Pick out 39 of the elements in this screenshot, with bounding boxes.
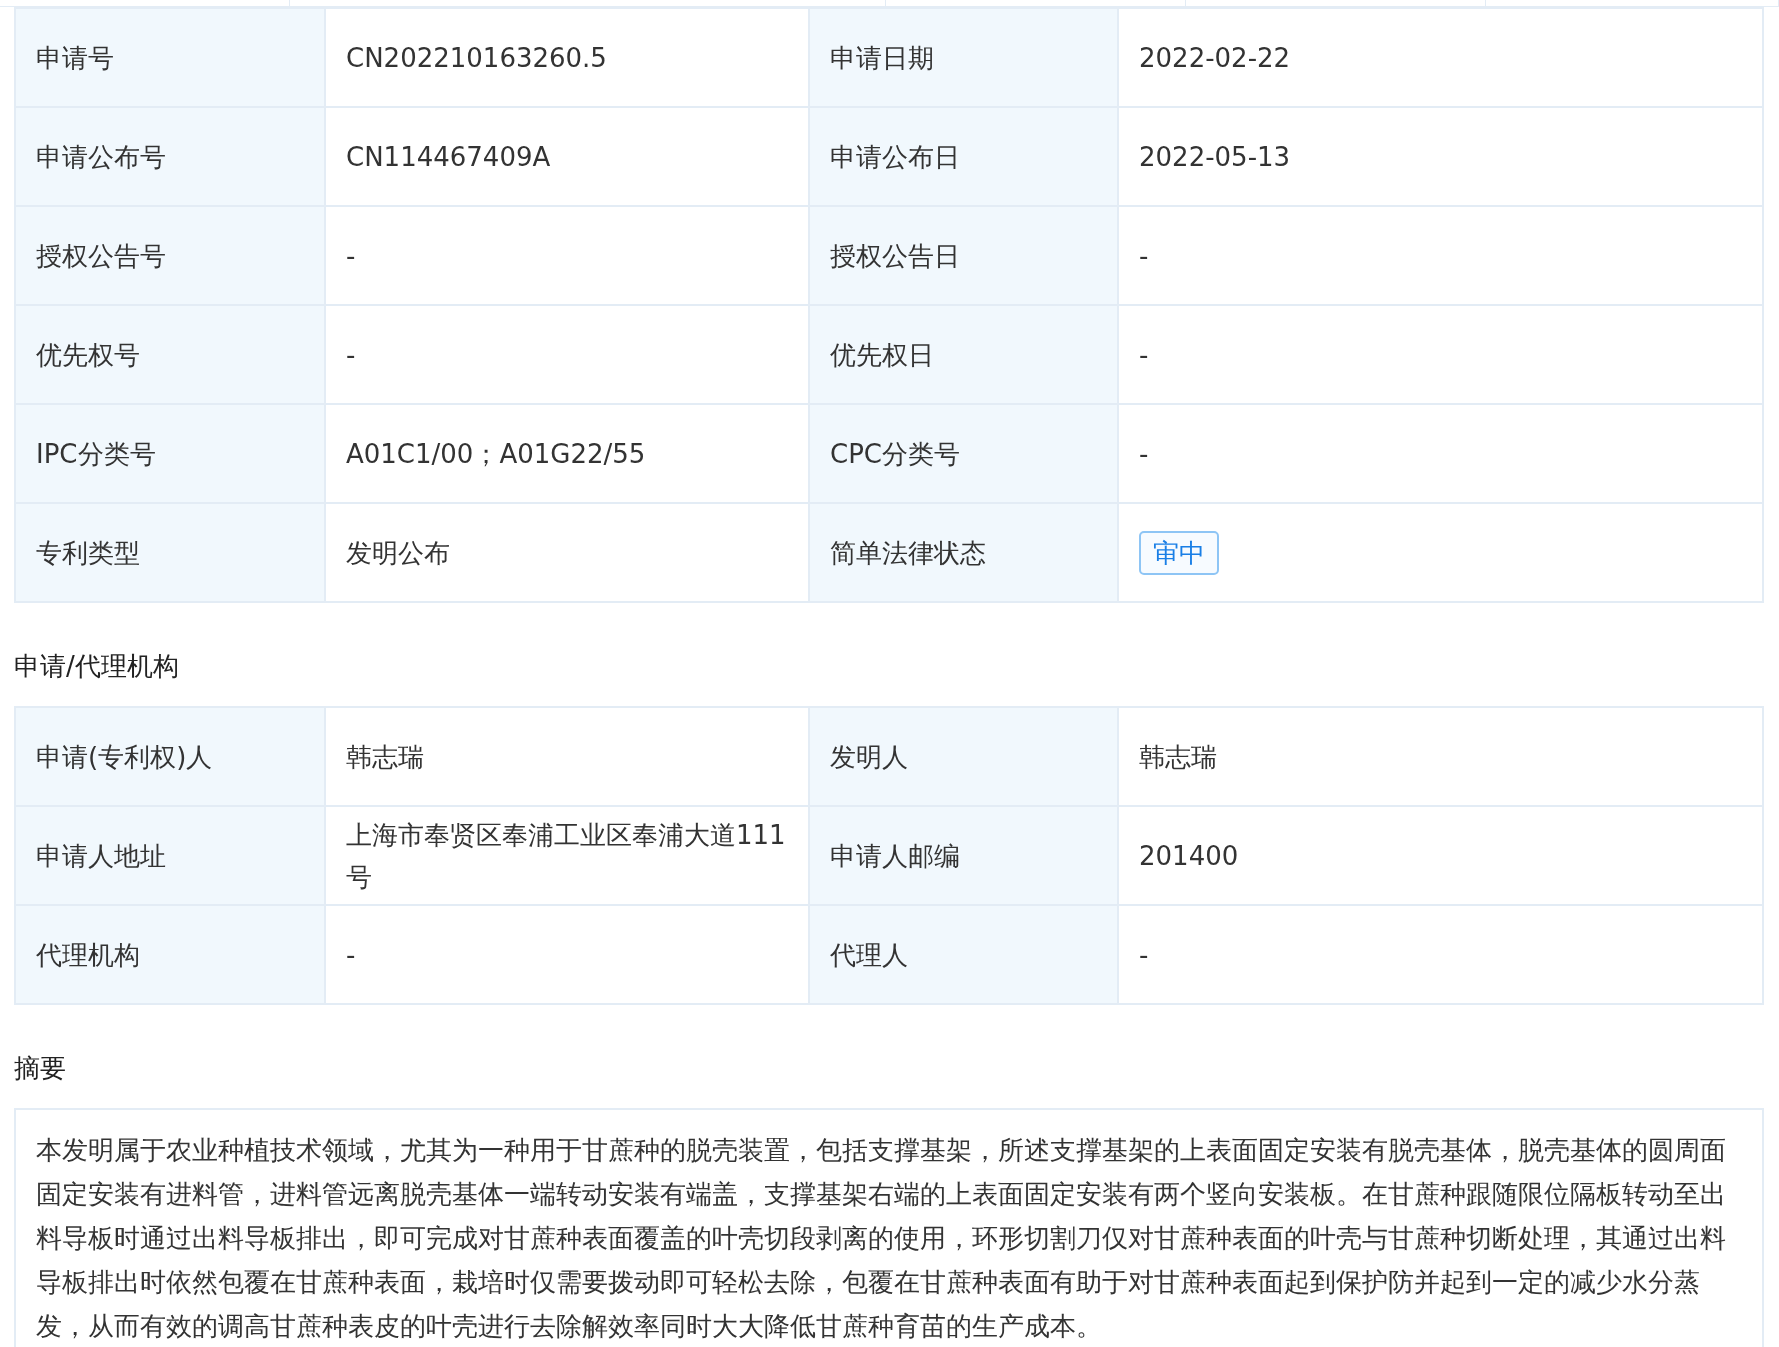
field-label: 申请号 [15, 8, 325, 107]
field-label: 申请日期 [809, 8, 1118, 107]
field-value: - [1139, 240, 1149, 271]
field-label: 优先权号 [15, 305, 325, 404]
field-value: CN202210163260.5 [346, 42, 607, 73]
field-value: - [346, 939, 356, 970]
field-label: IPC分类号 [15, 404, 325, 503]
field-value: 2022-05-13 [1139, 141, 1291, 172]
field-value: - [346, 339, 356, 370]
field-value: 上海市奉贤区奉浦工业区奉浦大道111号 [346, 819, 786, 892]
field-label: 代理人 [809, 905, 1118, 1004]
field-value: A01C1/00；A01G22/55 [346, 438, 646, 469]
field-value: 发明公布 [346, 537, 450, 568]
field-label: 申请公布日 [809, 107, 1118, 206]
abstract-text: 本发明属于农业种植技术领域，尤其为一种用于甘蔗种的脱壳装置，包括支撑基架，所述支撑基架的上表面固定安装有脱壳基体，脱壳基体的圆周面固定安装有进料管，进料管远离脱壳基体一端转动安装有端盖，支撑基架右端的上表面固定安装有两个竖向安装板。在甘蔗种跟随限位隔板转动至出料导板时通过出料导板排出，即可完成对甘蔗种表面覆盖的叶壳切段剥离的使用，环形切割刀仅对甘蔗种表面的叶壳与甘蔗种切断处理，其通过出料导板排出时依然包覆在甘蔗种表面，栽培时仅需要拨动即可轻松去除，包覆在甘蔗种表面有助于对甘蔗种表面起到保护防并起到一定的减少水分蒸发，从而有效的调高甘蔗种表皮的叶壳进行去除解效率同时大大降低甘蔗种育苗的生产成本。 [14, 1108, 1764, 1347]
field-value: - [1139, 438, 1149, 469]
field-value: 201400 [1139, 840, 1239, 871]
field-value: - [1139, 339, 1149, 370]
field-value: - [346, 240, 356, 271]
field-label: 代理机构 [15, 905, 325, 1004]
field-value: 韩志瑞 [1139, 741, 1217, 772]
field-value: CN114467409A [346, 141, 551, 172]
field-label: 授权公告号 [15, 206, 325, 305]
field-label: 申请人地址 [15, 806, 325, 905]
field-value: - [1139, 939, 1149, 970]
status-tag: 审中 [1139, 530, 1219, 575]
field-label: 申请公布号 [15, 107, 325, 206]
section-title: 摘要 [14, 1052, 67, 1085]
field-label: 申请(专利权)人 [15, 707, 325, 806]
field-label: CPC分类号 [809, 404, 1118, 503]
field-label: 授权公告日 [809, 206, 1118, 305]
field-label: 优先权日 [809, 305, 1118, 404]
field-label: 申请人邮编 [809, 806, 1118, 905]
field-label: 发明人 [809, 707, 1118, 806]
section-title: 申请/代理机构 [14, 650, 180, 683]
field-label: 简单法律状态 [809, 503, 1118, 602]
field-value: 韩志瑞 [346, 741, 424, 772]
field-label: 专利类型 [15, 503, 325, 602]
field-value: 2022-02-22 [1139, 42, 1291, 73]
